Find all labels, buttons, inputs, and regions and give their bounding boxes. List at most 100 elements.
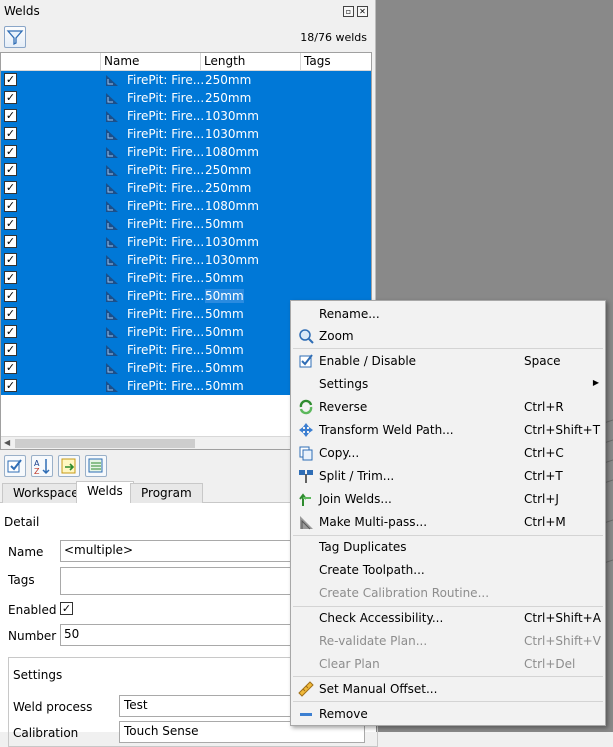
- row-checkbox[interactable]: ✓: [4, 235, 17, 248]
- filter-button[interactable]: [4, 26, 26, 48]
- menu-item-rename[interactable]: Rename...: [291, 303, 605, 325]
- table-row[interactable]: ✓ FirePit: Fire... 250mm: [1, 161, 371, 179]
- weld-length: 250mm: [205, 73, 252, 87]
- menu-item-set-manual-offset[interactable]: Set Manual Offset...: [291, 678, 605, 700]
- menu-label: Re-validate Plan...: [319, 634, 428, 648]
- menu-shortcut: Ctrl+Shift+A: [524, 611, 601, 625]
- weld-name: FirePit: Fire...: [127, 163, 205, 177]
- table-row[interactable]: ✓ FirePit: Fire... 50mm: [1, 269, 371, 287]
- menu-item-remove[interactable]: Remove: [291, 703, 605, 725]
- menu-item-make-multi-pass[interactable]: Make Multi-pass... Ctrl+M: [291, 511, 605, 533]
- tags-label: Tags: [8, 573, 35, 587]
- row-checkbox[interactable]: ✓: [4, 217, 17, 230]
- transform-icon: [299, 423, 313, 437]
- menu-label: Create Toolpath...: [319, 563, 425, 577]
- table-row[interactable]: ✓ FirePit: Fire... 250mm: [1, 71, 371, 89]
- check-all-button[interactable]: [4, 455, 26, 477]
- scroll-left-icon[interactable]: ◀: [4, 438, 10, 447]
- row-checkbox[interactable]: ✓: [4, 127, 17, 140]
- row-checkbox[interactable]: ✓: [4, 163, 17, 176]
- weld-icon: [106, 291, 118, 302]
- row-checkbox[interactable]: ✓: [4, 307, 17, 320]
- weld-name: FirePit: Fire...: [127, 217, 205, 231]
- export-button[interactable]: [58, 455, 80, 477]
- weld-length: 50mm: [205, 343, 244, 357]
- weld-name: FirePit: Fire...: [127, 235, 205, 249]
- tab-program[interactable]: Program: [130, 483, 203, 503]
- table-row[interactable]: ✓ FirePit: Fire... 50mm: [1, 215, 371, 233]
- menu-shortcut: Ctrl+M: [524, 515, 566, 529]
- menu-shortcut: Ctrl+T: [524, 469, 563, 483]
- menu-item-transform-weld-path[interactable]: Transform Weld Path... Ctrl+Shift+T: [291, 419, 605, 441]
- table-header: Name Length Tags: [1, 53, 371, 71]
- menu-item-create-toolpath[interactable]: Create Toolpath...: [291, 559, 605, 581]
- weld-length: 50mm: [205, 325, 244, 339]
- menu-item-split-trim[interactable]: Split / Trim... Ctrl+T: [291, 465, 605, 487]
- weld-length: 1030mm: [205, 109, 259, 123]
- row-checkbox[interactable]: ✓: [4, 91, 17, 104]
- tab-welds[interactable]: Welds: [76, 481, 134, 504]
- menu-item-check-accessibility[interactable]: Check Accessibility... Ctrl+Shift+A: [291, 607, 605, 629]
- menu-item-reverse[interactable]: Reverse Ctrl+R: [291, 396, 605, 418]
- menu-label: Split / Trim...: [319, 469, 395, 483]
- scrollbar-thumb[interactable]: [15, 439, 195, 448]
- table-row[interactable]: ✓ FirePit: Fire... 1080mm: [1, 197, 371, 215]
- table-row[interactable]: ✓ FirePit: Fire... 1030mm: [1, 125, 371, 143]
- weld-name: FirePit: Fire...: [127, 91, 205, 105]
- weld-name: FirePit: Fire...: [127, 73, 205, 87]
- menu-item-clear-plan: Clear Plan Ctrl+Del: [291, 653, 605, 675]
- menu-item-copy[interactable]: Copy... Ctrl+C: [291, 442, 605, 464]
- sort-button[interactable]: AZ: [31, 455, 53, 477]
- filter-icon: [6, 30, 24, 46]
- import-button[interactable]: [85, 455, 107, 477]
- column-check[interactable]: [1, 53, 101, 71]
- row-checkbox[interactable]: ✓: [4, 199, 17, 212]
- menu-label: Settings: [319, 377, 369, 391]
- row-checkbox[interactable]: ✓: [4, 145, 17, 158]
- menu-item-zoom[interactable]: Zoom: [291, 325, 605, 347]
- menu-label: Enable / Disable: [319, 354, 417, 368]
- row-checkbox[interactable]: ✓: [4, 325, 17, 338]
- row-checkbox[interactable]: ✓: [4, 253, 17, 266]
- menu-shortcut: Ctrl+C: [524, 446, 564, 460]
- table-row[interactable]: ✓ FirePit: Fire... 250mm: [1, 89, 371, 107]
- table-row[interactable]: ✓ FirePit: Fire... 1080mm: [1, 143, 371, 161]
- row-checkbox[interactable]: ✓: [4, 379, 17, 392]
- enabled-checkbox[interactable]: ✓: [60, 602, 73, 615]
- row-checkbox[interactable]: ✓: [4, 289, 17, 302]
- menu-separator: [293, 676, 603, 677]
- table-row[interactable]: ✓ FirePit: Fire... 1030mm: [1, 251, 371, 269]
- table-row[interactable]: ✓ FirePit: Fire... 1030mm: [1, 233, 371, 251]
- calibration-label: Calibration: [13, 726, 79, 740]
- menu-item-revalidate-plan: Re-validate Plan... Ctrl+Shift+V: [291, 630, 605, 652]
- remove-icon: [300, 713, 312, 716]
- menu-shortcut: Ctrl+Shift+V: [524, 634, 601, 648]
- column-length[interactable]: Length: [201, 53, 301, 71]
- weld-icon: [106, 381, 118, 392]
- float-icon[interactable]: ▫: [343, 6, 354, 17]
- menu-item-settings[interactable]: Settings ▶: [291, 373, 605, 395]
- row-checkbox[interactable]: ✓: [4, 343, 17, 356]
- row-checkbox[interactable]: ✓: [4, 109, 17, 122]
- close-icon[interactable]: ✕: [357, 6, 368, 17]
- menu-label: Reverse: [319, 400, 368, 414]
- weld-name: FirePit: Fire...: [127, 253, 205, 267]
- weld-length: 50mm: [205, 289, 244, 303]
- row-checkbox[interactable]: ✓: [4, 181, 17, 194]
- menu-item-enable-disable[interactable]: Enable / Disable Space: [291, 350, 605, 372]
- menu-item-join-welds[interactable]: Join Welds... Ctrl+J: [291, 488, 605, 510]
- sort-icon: AZ: [34, 459, 50, 476]
- weld-icon: [106, 237, 118, 248]
- table-row[interactable]: ✓ FirePit: Fire... 250mm: [1, 179, 371, 197]
- weld-length: 50mm: [205, 307, 244, 321]
- row-checkbox[interactable]: ✓: [4, 271, 17, 284]
- column-name[interactable]: Name: [101, 53, 201, 71]
- row-checkbox[interactable]: ✓: [4, 73, 17, 86]
- weld-icon: [106, 309, 118, 320]
- menu-item-tag-duplicates[interactable]: Tag Duplicates: [291, 536, 605, 558]
- weld-name: FirePit: Fire...: [127, 379, 205, 393]
- table-row[interactable]: ✓ FirePit: Fire... 1030mm: [1, 107, 371, 125]
- weld-length: 50mm: [205, 379, 244, 393]
- column-tags[interactable]: Tags: [301, 53, 371, 71]
- row-checkbox[interactable]: ✓: [4, 361, 17, 374]
